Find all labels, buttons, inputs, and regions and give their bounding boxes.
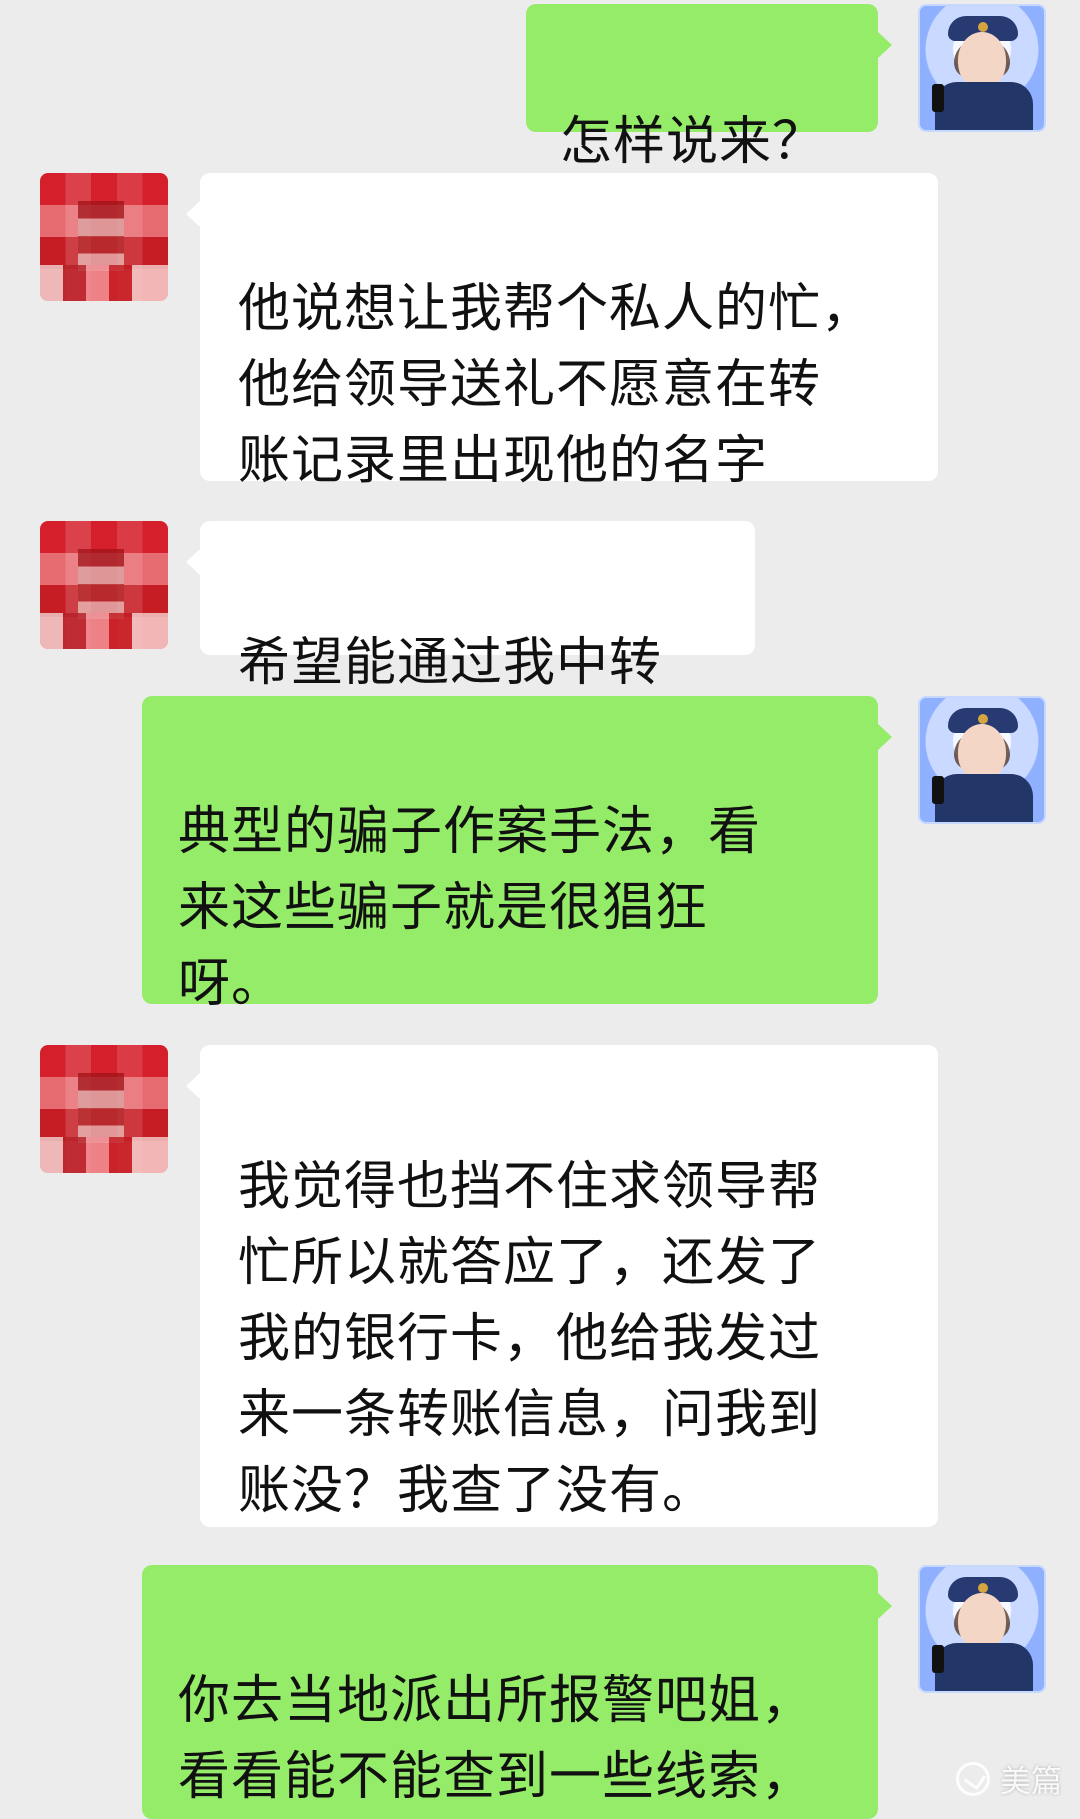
message-text: 我觉得也挡不住求领导帮 忙所以就答应了，还发了 我的银行卡，他给我发过 来一条转…: [238, 1157, 822, 1521]
incoming-message-bubble[interactable]: 希望能通过我中转: [186, 521, 755, 693]
radio-icon: [932, 776, 944, 804]
police-badge-icon: [978, 22, 988, 32]
outgoing-message-bubble[interactable]: 怎样说来？: [526, 4, 892, 172]
blurred-contact-avatar[interactable]: [40, 521, 168, 649]
police-badge-icon: [978, 714, 988, 724]
incoming-message-bubble[interactable]: 他说想让我帮个私人的忙， 他给领导送礼不愿意在转 账记录里出现他的名字: [186, 173, 938, 491]
face-shape: [958, 1593, 1006, 1649]
face-shape: [958, 32, 1006, 88]
watermark-text: 美篇: [1000, 1764, 1062, 1800]
message-text: 怎样说来？: [560, 112, 826, 172]
uniform-shape: [935, 1643, 1033, 1691]
radio-icon: [932, 84, 944, 112]
officer-avatar[interactable]: [918, 4, 1046, 132]
radio-icon: [932, 1645, 944, 1673]
face-shape: [958, 724, 1006, 780]
officer-avatar[interactable]: [918, 696, 1046, 824]
incoming-message-bubble[interactable]: 我觉得也挡不住求领导帮 忙所以就答应了，还发了 我的银行卡，他给我发过 来一条转…: [186, 1045, 938, 1527]
message-text: 希望能通过我中转: [238, 633, 663, 693]
outgoing-message-bubble[interactable]: 典型的骗子作案手法，看 来这些骗子就是很猖狂 呀。: [142, 696, 892, 1014]
police-badge-icon: [978, 1583, 988, 1593]
watermark: 美篇: [956, 1756, 1062, 1801]
meipian-logo-icon: [956, 1761, 990, 1796]
chat-screen: 怎样说来？ 他说想让我帮个私人的忙， 他给领导送礼不愿意在转 账记录里出现他的名…: [0, 0, 1080, 1819]
outgoing-message-bubble[interactable]: 你去当地派出所报警吧姐， 看看能不能查到一些线索， 说不定还能帮我们公安机: [142, 1565, 892, 1819]
officer-avatar[interactable]: [918, 1565, 1046, 1693]
blurred-contact-avatar[interactable]: [40, 173, 168, 301]
blurred-contact-avatar[interactable]: [40, 1045, 168, 1173]
uniform-shape: [935, 82, 1033, 130]
message-text: 他说想让我帮个私人的忙， 他给领导送礼不愿意在转 账记录里出现他的名字: [238, 279, 875, 491]
uniform-shape: [935, 774, 1033, 822]
message-text: 你去当地派出所报警吧姐， 看看能不能查到一些线索， 说不定还能帮我们公安机: [178, 1671, 815, 1807]
message-text: 典型的骗子作案手法，看 来这些骗子就是很猖狂 呀。: [178, 802, 762, 1014]
